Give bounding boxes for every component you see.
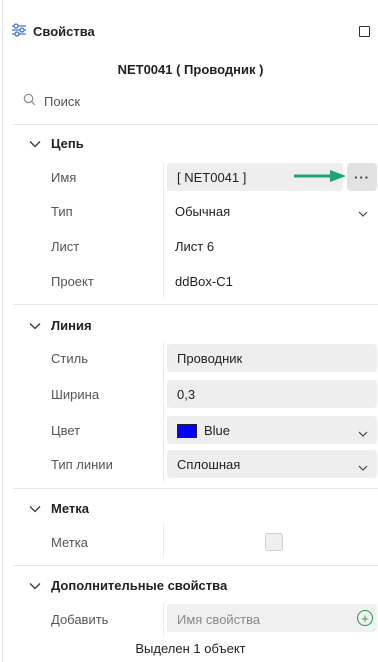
chevron-down-icon: [29, 140, 43, 148]
project-value: ddBox-C1: [175, 274, 233, 289]
section-circuit-header[interactable]: Цепь: [29, 136, 84, 151]
divider: [13, 304, 378, 305]
project-label: Проект: [51, 274, 94, 289]
width-field[interactable]: [167, 380, 377, 408]
line-type-value: Сплошная: [177, 457, 241, 472]
chevron-down-icon: [29, 322, 43, 330]
type-label: Тип: [51, 204, 73, 219]
sheet-label: Лист: [51, 239, 80, 254]
panel-header: Свойства: [11, 20, 370, 42]
chevron-down-icon[interactable]: [358, 205, 368, 220]
divider: [13, 124, 378, 125]
column-separator: [163, 342, 164, 482]
divider: [13, 488, 378, 489]
type-select[interactable]: Обычная: [175, 204, 230, 219]
chevron-down-icon[interactable]: [358, 459, 368, 474]
properties-panel: Свойства NET0041 ( Проводник ) Поиск Цеп…: [2, 0, 378, 662]
properties-icon: [11, 22, 27, 40]
width-value: 0,3: [177, 387, 196, 402]
column-separator: [163, 162, 164, 298]
section-extra-header[interactable]: Дополнительные свойства: [29, 578, 227, 593]
color-value: Blue: [204, 423, 231, 438]
chevron-down-icon: [29, 505, 43, 513]
search-input[interactable]: Поиск: [44, 94, 80, 109]
mark-label: Метка: [51, 535, 88, 550]
style-value: Проводник: [177, 351, 243, 366]
color-label: Цвет: [51, 423, 81, 438]
section-mark-header[interactable]: Метка: [29, 501, 89, 516]
section-title: Дополнительные свойства: [51, 578, 228, 593]
search-icon: [23, 93, 36, 109]
sheet-value: Лист 6: [175, 239, 215, 254]
column-separator: [163, 524, 164, 558]
panel-title: Свойства: [33, 23, 95, 39]
line-type-label: Тип линии: [51, 457, 113, 472]
section-line-header[interactable]: Линия: [29, 318, 92, 333]
color-swatch: [177, 424, 197, 438]
chevron-down-icon[interactable]: [358, 425, 368, 440]
chevron-down-icon: [29, 582, 43, 590]
mark-checkbox[interactable]: [265, 533, 283, 551]
status-bar: Выделен 1 объект: [135, 641, 246, 656]
divider: [13, 565, 378, 566]
property-name-placeholder: Имя свойства: [177, 612, 261, 627]
name-value: [ NET0041 ]: [177, 170, 247, 185]
section-title: Линия: [51, 318, 92, 333]
maximize-icon[interactable]: [359, 25, 370, 37]
arrow-annotation-icon: [294, 170, 346, 182]
style-label: Стиль: [51, 351, 88, 366]
section-title: Цепь: [51, 136, 84, 151]
color-select[interactable]: [167, 416, 377, 444]
search-box[interactable]: Поиск: [23, 93, 80, 109]
add-property-button[interactable]: +: [357, 610, 373, 626]
more-options-button[interactable]: ···: [347, 163, 377, 191]
width-label: Ширина: [51, 387, 100, 402]
section-title: Метка: [51, 501, 89, 516]
column-separator: [163, 602, 164, 636]
object-title: NET0041 ( Проводник ): [117, 62, 264, 77]
add-label: Добавить: [51, 612, 109, 627]
name-label: Имя: [51, 170, 77, 185]
